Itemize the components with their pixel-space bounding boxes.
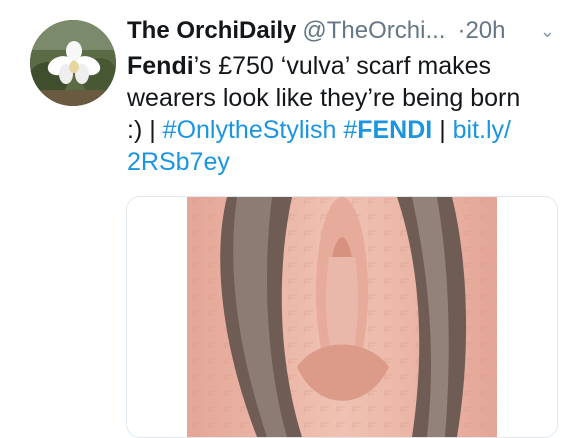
brand-name: Fendi	[127, 52, 194, 80]
link-part2[interactable]: 2RSb7ey	[127, 148, 230, 176]
timestamp[interactable]: 20h	[465, 17, 505, 44]
link-card[interactable]	[126, 196, 558, 438]
handle[interactable]: @TheOrchi...	[302, 17, 445, 44]
orchid-avatar-icon	[30, 20, 116, 106]
chevron-down-icon[interactable]: ⌄	[540, 14, 555, 48]
scarf-image	[127, 197, 557, 437]
display-name[interactable]: The OrchiDaily	[127, 17, 296, 44]
link-part1[interactable]: bit.ly/	[453, 116, 511, 144]
text-separator: |	[439, 116, 446, 144]
text-line1: ’s £750 ‘vulva’ scarf makes	[193, 52, 492, 80]
tweet-header: The OrchiDaily @TheOrchi... ·20h ⌄	[127, 14, 577, 48]
avatar[interactable]	[30, 20, 116, 106]
hashtag-onlythestylish[interactable]: #OnlytheStylish	[163, 116, 337, 144]
text-line3-start: :) |	[127, 116, 156, 144]
tweet-text: Fendi’s £750 ‘vulva’ scarf makes wearers…	[127, 50, 567, 178]
hashtag-fendi[interactable]: #FENDI	[343, 116, 432, 144]
text-line2: wearers look like they’re being born	[127, 84, 521, 112]
